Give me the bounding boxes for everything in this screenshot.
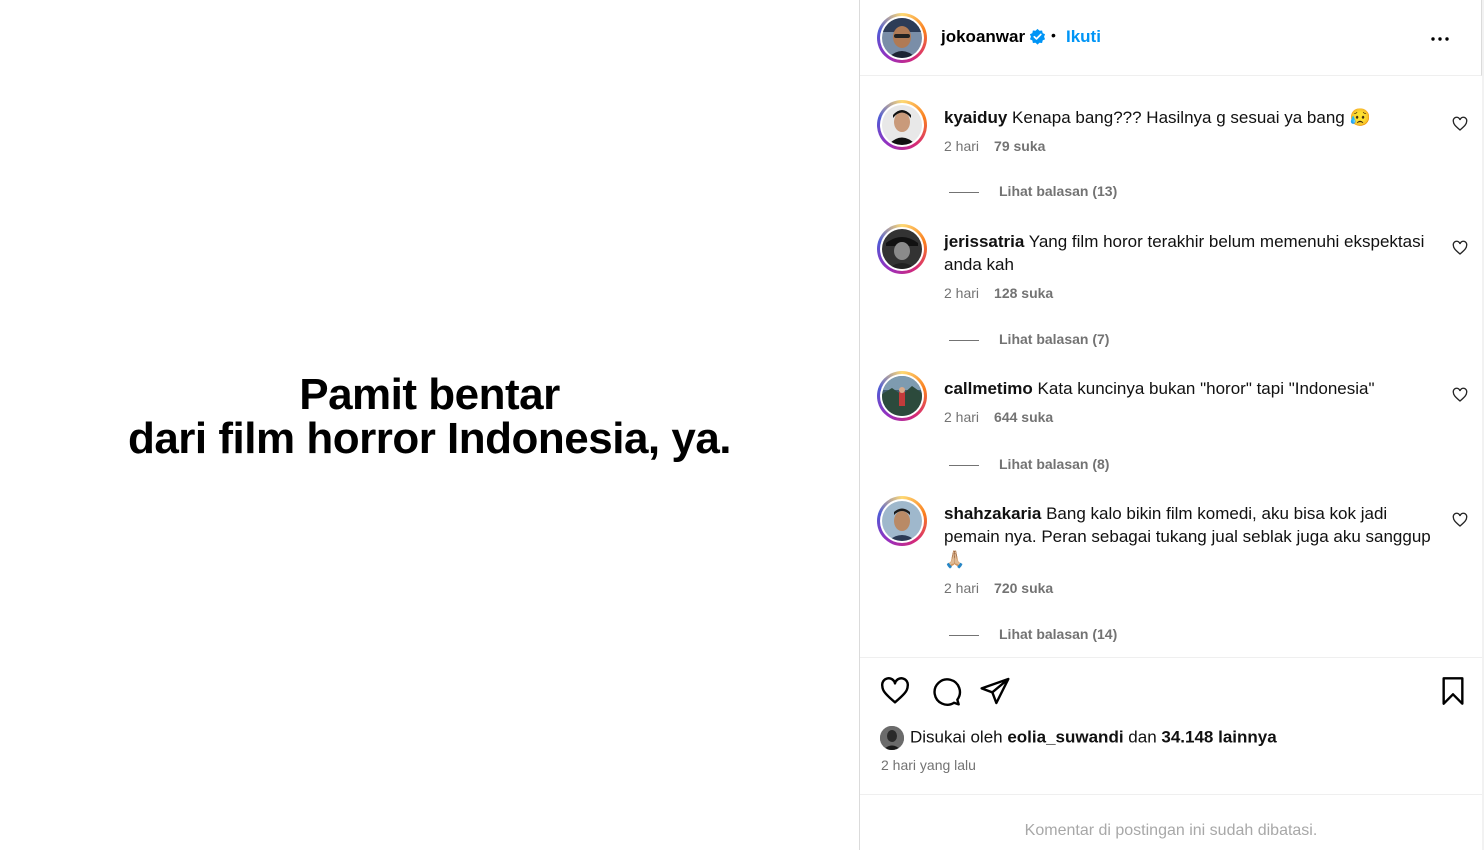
comment-meta: 2 hari 128 suka bbox=[944, 285, 1053, 301]
comment-meta: 2 hari 720 suka bbox=[944, 580, 1053, 596]
comments-limited-notice: Komentar di postingan ini sudah dibatasi… bbox=[860, 794, 1482, 850]
comment-text: callmetimo Kata kuncinya bukan "horor" t… bbox=[944, 377, 1444, 400]
comment-username[interactable]: kyaiduy bbox=[944, 108, 1007, 127]
post-image-line-1: Pamit bentar bbox=[299, 370, 560, 419]
comment-meta: 2 hari 644 suka bbox=[944, 409, 1053, 425]
view-replies-button[interactable]: Lihat balasan (7) bbox=[949, 331, 1109, 347]
comment-time: 2 hari bbox=[944, 138, 980, 154]
comment-like-heart-icon[interactable] bbox=[1452, 512, 1468, 528]
comment-likes[interactable]: 79 suka bbox=[994, 138, 1045, 154]
liked-by-summary: Disukai oleh eolia_suwandi dan 34.148 la… bbox=[880, 726, 1277, 750]
follow-button[interactable]: Ikuti bbox=[1066, 27, 1101, 47]
save-bookmark-icon[interactable] bbox=[1437, 675, 1469, 707]
header-separator: • bbox=[1051, 27, 1056, 43]
post-side-panel: jokoanwar • Ikuti kyaiduy Kenapa bang???… bbox=[859, 0, 1484, 850]
comment-bubble-icon[interactable] bbox=[930, 675, 962, 707]
replies-line bbox=[949, 634, 979, 636]
commenter-avatar[interactable] bbox=[877, 496, 927, 546]
comment-time: 2 hari bbox=[944, 409, 980, 425]
commenter-avatar[interactable] bbox=[877, 371, 927, 421]
share-send-icon[interactable] bbox=[979, 675, 1011, 707]
author-avatar[interactable] bbox=[877, 13, 927, 63]
comment-username[interactable]: jerissatria bbox=[944, 232, 1024, 251]
liked-by-mid: dan bbox=[1128, 727, 1157, 747]
post-media: Pamit bentar dari film horror Indonesia,… bbox=[0, 0, 859, 850]
more-options-icon[interactable] bbox=[1428, 27, 1452, 51]
view-replies-button[interactable]: Lihat balasan (8) bbox=[949, 456, 1109, 472]
replies-line bbox=[949, 191, 979, 193]
comment-username[interactable]: callmetimo bbox=[944, 379, 1033, 398]
post-time-ago[interactable]: 2 hari yang lalu bbox=[881, 757, 976, 773]
view-replies-label: Lihat balasan (14) bbox=[999, 626, 1118, 642]
replies-line bbox=[949, 464, 979, 466]
post-image-line-2: dari film horror Indonesia, ya. bbox=[127, 414, 732, 463]
view-replies-label: Lihat balasan (7) bbox=[999, 331, 1110, 347]
comment-text: kyaiduy Kenapa bang??? Hasilnya g sesuai… bbox=[944, 106, 1444, 129]
author-username[interactable]: jokoanwar bbox=[941, 27, 1025, 47]
verified-badge-icon bbox=[1029, 28, 1046, 45]
post-image-text: Pamit bentar dari film horror Indonesia,… bbox=[127, 370, 732, 463]
comment-text: jerissatria Yang film horor terakhir bel… bbox=[944, 230, 1444, 276]
liked-by-user[interactable]: eolia_suwandi bbox=[1007, 727, 1123, 746]
liked-by-prefix: Disukai oleh bbox=[910, 727, 1003, 747]
post-actions: Disukai oleh eolia_suwandi dan 34.148 la… bbox=[860, 657, 1482, 792]
comment-likes[interactable]: 128 suka bbox=[994, 285, 1053, 301]
comment-like-heart-icon[interactable] bbox=[1452, 116, 1468, 132]
comment-time: 2 hari bbox=[944, 580, 980, 596]
commenter-avatar[interactable] bbox=[877, 224, 927, 274]
comment-username[interactable]: shahzakaria bbox=[944, 504, 1041, 523]
comment-text: shahzakaria Bang kalo bikin film komedi,… bbox=[944, 502, 1444, 571]
comment-likes[interactable]: 720 suka bbox=[994, 580, 1053, 596]
comment-time: 2 hari bbox=[944, 285, 980, 301]
view-replies-button[interactable]: Lihat balasan (13) bbox=[949, 183, 1117, 199]
replies-line bbox=[949, 339, 979, 341]
view-replies-label: Lihat balasan (8) bbox=[999, 456, 1110, 472]
post-header: jokoanwar • Ikuti bbox=[860, 0, 1482, 76]
commenter-avatar[interactable] bbox=[877, 100, 927, 150]
comment-meta: 2 hari 79 suka bbox=[944, 138, 1045, 154]
comment-like-heart-icon[interactable] bbox=[1452, 387, 1468, 403]
comment-like-heart-icon[interactable] bbox=[1452, 240, 1468, 256]
liked-by-count[interactable]: 34.148 lainnya bbox=[1161, 727, 1276, 746]
like-heart-icon[interactable] bbox=[879, 675, 911, 707]
comment-likes[interactable]: 644 suka bbox=[994, 409, 1053, 425]
liker-avatar[interactable] bbox=[880, 726, 904, 750]
comment-body: Kenapa bang??? Hasilnya g sesuai ya bang… bbox=[1012, 108, 1371, 127]
comment-body: Kata kuncinya bukan "horor" tapi "Indone… bbox=[1037, 379, 1375, 398]
view-replies-label: Lihat balasan (13) bbox=[999, 183, 1118, 199]
view-replies-button[interactable]: Lihat balasan (14) bbox=[949, 626, 1117, 642]
